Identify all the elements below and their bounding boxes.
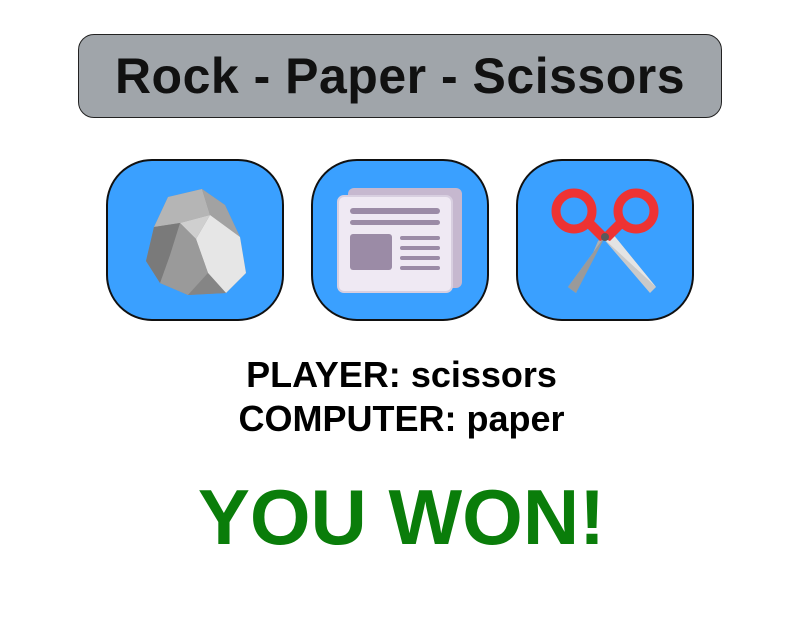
paper-button[interactable] <box>311 159 489 321</box>
scissors-icon <box>551 188 659 293</box>
rock-button[interactable] <box>106 159 284 321</box>
computer-result: COMPUTER: paper <box>0 398 803 440</box>
title-banner: Rock - Paper - Scissors <box>78 34 722 118</box>
newspaper-icon <box>337 188 462 293</box>
player-result: PLAYER: scissors <box>0 354 803 396</box>
computer-choice: paper <box>466 398 565 439</box>
player-choice: scissors <box>410 354 557 395</box>
player-label: PLAYER: <box>246 354 401 395</box>
computer-label: COMPUTER: <box>238 398 457 439</box>
game-title: Rock - Paper - Scissors <box>114 48 686 104</box>
scissors-button[interactable] <box>516 159 694 321</box>
outcome-message: YOU WON! <box>197 473 606 561</box>
game-screen: Rock - Paper - Scissors PLAYER: scissors… <box>0 0 803 631</box>
rock-icon <box>146 189 246 295</box>
